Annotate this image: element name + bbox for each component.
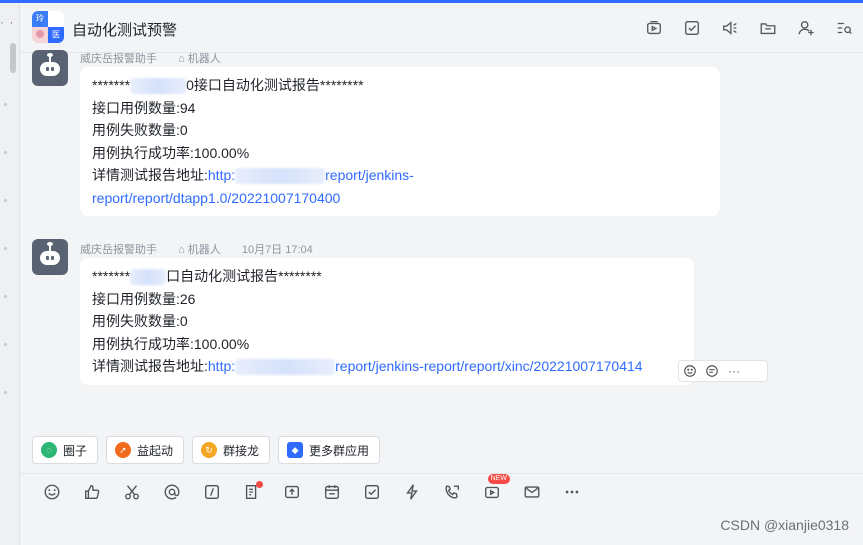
- bot-avatar[interactable]: [32, 239, 68, 275]
- message-text: 口自动化测试报告********: [166, 268, 322, 284]
- reply-icon[interactable]: [701, 361, 723, 381]
- composer-divider: [20, 473, 863, 474]
- report-link[interactable]: report/report/dtapp1.0/20221007170400: [92, 187, 708, 210]
- notification-dot: [256, 481, 263, 488]
- rich-text-icon[interactable]: [192, 481, 232, 503]
- left-pane-marker: [4, 103, 7, 106]
- app-more-button[interactable]: ◆ 更多群应用: [278, 436, 381, 464]
- left-pane-marker: [4, 151, 7, 154]
- more-icon[interactable]: ···: [723, 361, 745, 381]
- message-line: ******* 0接口自动化测试报告********: [92, 74, 708, 97]
- message-time: 10月7日 17:04: [241, 244, 313, 256]
- chat-title[interactable]: 自动化测试预警: [72, 19, 177, 40]
- message-sender-line: 威庆岳报警助手 ⌂ 机器人: [80, 50, 221, 66]
- report-link[interactable]: http:: [208, 167, 235, 183]
- quick-reply-icon[interactable]: [392, 481, 432, 503]
- app-charity-button[interactable]: ➚ 益起动: [106, 436, 185, 464]
- message-line: 详情测试报告地址:http: report/jenkins-report/repo…: [92, 355, 682, 378]
- announcement-icon[interactable]: [711, 17, 749, 39]
- message-text: 0接口自动化测试报告********: [186, 77, 364, 93]
- doc-icon[interactable]: [232, 481, 272, 503]
- report-link[interactable]: report/jenkins-: [325, 167, 414, 183]
- message-line: 用例失败数量:0: [92, 313, 188, 329]
- reaction-icon[interactable]: [679, 361, 701, 381]
- circle-app-icon: ◌: [41, 442, 57, 458]
- message-line: 详情测试报告地址:http: report/jenkins-: [92, 164, 708, 187]
- link-label: 详情测试报告地址:: [92, 358, 208, 374]
- left-pane-more-icon[interactable]: · ·: [0, 15, 14, 29]
- thumbs-up-icon[interactable]: [72, 481, 112, 503]
- more-icon[interactable]: [552, 481, 592, 503]
- report-link[interactable]: report/jenkins-report/report/xinc/202210…: [335, 358, 642, 374]
- left-pane-marker: [4, 247, 7, 250]
- tasks-icon[interactable]: [673, 17, 711, 39]
- avatar-tile: 玲: [32, 11, 48, 27]
- mention-icon[interactable]: [152, 481, 192, 503]
- message-line: ******* 口自动化测试报告********: [92, 265, 682, 288]
- left-pane-marker: [4, 343, 7, 346]
- watermark: CSDN @xianjie0318: [720, 517, 849, 533]
- report-link[interactable]: http:: [208, 358, 235, 374]
- message-bubble[interactable]: ******* 0接口自动化测试报告******** 接口用例数量:94 用例失败…: [80, 67, 720, 216]
- left-pane-marker: [4, 391, 7, 394]
- app-label: 更多群应用: [309, 443, 370, 458]
- link-label: 详情测试报告地址:: [92, 167, 208, 183]
- relay-app-icon: ↻: [201, 442, 218, 458]
- mail-icon[interactable]: [512, 481, 552, 503]
- app-relay-button[interactable]: ↻ 群接龙: [192, 436, 271, 464]
- message-text: *******: [92, 268, 131, 284]
- robot-tag: ⌂ 机器人: [178, 53, 221, 65]
- composer-toolbar: NEW: [32, 474, 592, 503]
- app-circle-button[interactable]: ◌ 圈子: [32, 436, 99, 464]
- avatar-tile: 医: [48, 27, 64, 43]
- message-line: 用例执行成功率:100.00%: [92, 144, 250, 161]
- bot-face: [40, 62, 60, 76]
- screenshot-icon[interactable]: [112, 481, 152, 503]
- phone-icon[interactable]: [432, 481, 472, 503]
- bot-avatar[interactable]: [32, 50, 68, 86]
- redacted-text: [235, 359, 336, 376]
- message-sender-line: 威庆岳报警助手 ⌂ 机器人 10月7日 17:04: [80, 241, 313, 257]
- bot-face: [40, 251, 60, 265]
- conversation-list-pane: · ·: [0, 3, 20, 545]
- group-apps-bar: ◌ 圈子 ➚ 益起动 ↻ 群接龙 ◆ 更多群应用: [32, 436, 381, 464]
- redacted-text: [130, 269, 167, 286]
- avatar-photo: [32, 27, 48, 43]
- video-meeting-icon[interactable]: [635, 17, 673, 39]
- message-hover-actions: ···: [678, 360, 768, 382]
- folder-icon[interactable]: [749, 17, 787, 39]
- robot-tag-label: 机器人: [187, 53, 221, 65]
- chat-header: 玲 医 自动化测试预警: [20, 3, 863, 53]
- app-label: 圈子: [63, 443, 88, 458]
- app-label: 群接龙: [223, 443, 260, 458]
- new-badge: NEW: [487, 474, 510, 484]
- sender-name[interactable]: 威庆岳报警助手: [80, 244, 157, 256]
- search-chat-icon[interactable]: [825, 17, 863, 39]
- left-pane-marker: [4, 295, 7, 298]
- message-bubble[interactable]: ******* 口自动化测试报告******** 接口用例数量:26 用例失败数量…: [80, 258, 694, 385]
- message-text: *******: [92, 77, 131, 93]
- redacted-text: [130, 78, 187, 95]
- emoji-icon[interactable]: [32, 481, 72, 503]
- message-line: 用例执行成功率:100.00%: [92, 335, 250, 352]
- calendar-icon[interactable]: [312, 481, 352, 503]
- message-line: 用例失败数量:0: [92, 122, 188, 138]
- task-icon[interactable]: [352, 481, 392, 503]
- more-apps-icon: ◆: [287, 442, 304, 458]
- robot-tag: ⌂ 机器人: [178, 244, 221, 256]
- charity-app-icon: ➚: [115, 442, 132, 458]
- left-pane-marker: [4, 199, 7, 202]
- group-avatar[interactable]: 玲 医: [32, 11, 64, 43]
- header-actions: [635, 17, 863, 39]
- add-member-icon[interactable]: [787, 17, 825, 39]
- robot-tag-label: 机器人: [187, 244, 221, 256]
- redacted-text: [235, 168, 326, 185]
- upload-icon[interactable]: [272, 481, 312, 503]
- message-line: 接口用例数量:26: [92, 290, 196, 307]
- message-line: 接口用例数量:94: [92, 99, 196, 116]
- app-label: 益起动: [137, 443, 174, 458]
- left-pane-scrollbar[interactable]: [10, 43, 16, 73]
- live-icon[interactable]: NEW: [472, 474, 512, 503]
- sender-name[interactable]: 威庆岳报警助手: [80, 53, 157, 65]
